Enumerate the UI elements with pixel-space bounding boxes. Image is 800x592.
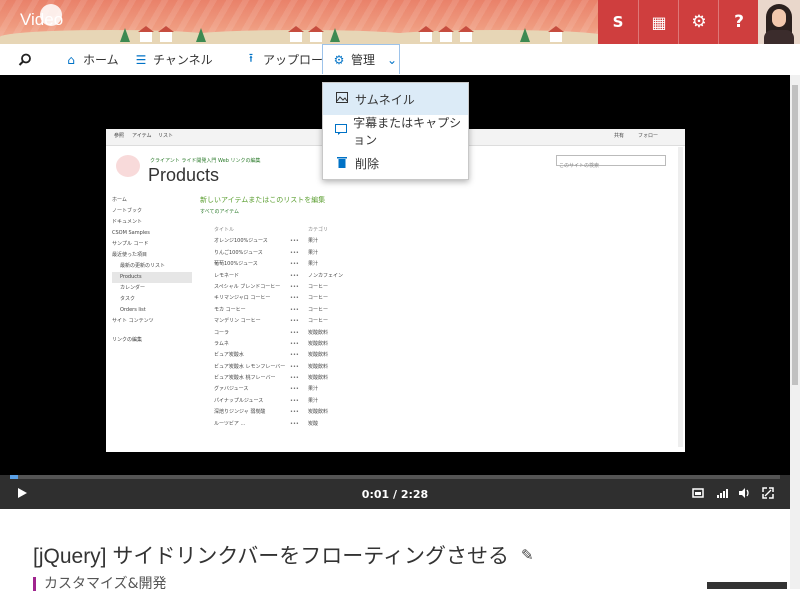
help-icon[interactable]: ? <box>718 0 759 44</box>
avatar[interactable] <box>758 0 800 44</box>
nav-home[interactable]: ⌂ ホーム <box>65 44 118 75</box>
page-scrollbar[interactable] <box>790 75 800 589</box>
list-icon: ☰ <box>135 52 147 67</box>
sharepoint-icon[interactable]: S <box>598 0 638 44</box>
fullscreen-icon[interactable] <box>762 487 774 502</box>
side-panel-edge <box>707 582 787 589</box>
video-title: [jQuery] サイドリンクバーをフローティングさせる ✎ <box>33 545 534 568</box>
time-display: 0:01 / 2:28 <box>361 488 429 501</box>
caption-icon <box>335 124 348 138</box>
progress-bar[interactable] <box>10 475 780 479</box>
app-title[interactable]: Video <box>20 10 63 30</box>
gear-icon[interactable]: ⚙ <box>678 0 719 44</box>
chevron-down-icon: ⌄ <box>387 52 398 67</box>
trash-icon <box>335 156 349 171</box>
menu-item-thumbnail[interactable]: サムネイル <box>323 83 468 115</box>
volume-icon[interactable] <box>738 487 751 502</box>
search-icon[interactable] <box>18 44 32 75</box>
home-icon: ⌂ <box>67 52 75 67</box>
edit-pencil-icon[interactable]: ✎ <box>521 546 534 564</box>
player-controls: 0:01 / 2:28 <box>0 475 790 509</box>
top-nav: ⌂ ホーム ☰ チャンネル ⭱ アップロード ⚙ 管理 ⌄ <box>0 44 800 76</box>
cast-icon[interactable] <box>692 487 704 502</box>
menu-item-delete[interactable]: 削除 <box>323 147 468 179</box>
menu-item-captions[interactable]: 字幕またはキャプション <box>323 115 468 147</box>
app-launcher-icon[interactable]: ▦ <box>638 0 679 44</box>
manage-menu: サムネイル 字幕またはキャプション 削除 <box>322 82 469 180</box>
gear-icon: ⚙ <box>333 52 345 67</box>
suite-bar: Video S ▦ ⚙ ? <box>0 0 800 44</box>
nav-manage[interactable]: ⚙ 管理 ⌄ <box>322 44 400 74</box>
nav-channels[interactable]: ☰ チャンネル <box>135 44 213 75</box>
upload-icon: ⭱ <box>248 51 254 65</box>
frame-page-title: Products <box>148 165 220 185</box>
image-icon <box>335 92 349 106</box>
quality-icon[interactable] <box>716 487 728 502</box>
site-logo <box>116 155 140 177</box>
